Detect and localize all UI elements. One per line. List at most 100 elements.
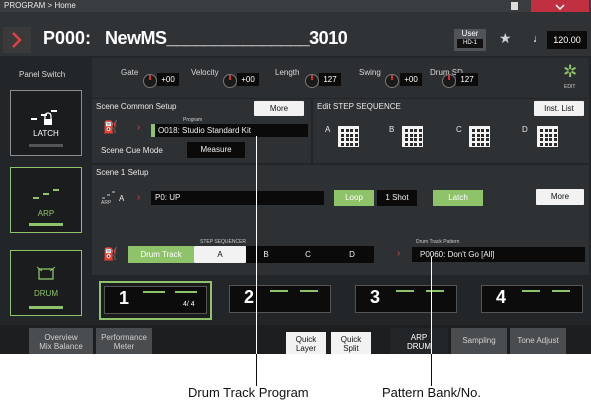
arp-switch[interactable]: ARP <box>10 167 82 233</box>
scene-pad-1[interactable]: 1 4/ 4 <box>99 281 212 320</box>
arp-label: ARP <box>37 209 55 218</box>
favorite-star-icon[interactable]: ★ <box>499 30 512 47</box>
scene1-more-button[interactable]: More <box>536 189 584 205</box>
grid-dot <box>544 133 548 137</box>
drum-sd-value[interactable]: 127 <box>456 73 478 86</box>
grid-dot <box>544 142 548 146</box>
step-slot-c-grid[interactable] <box>469 126 490 147</box>
step-slot-b-grid[interactable] <box>402 126 423 147</box>
grid-dot <box>485 133 489 137</box>
grid-dot <box>409 133 413 137</box>
cue-mode-field[interactable]: Measure <box>187 142 245 158</box>
grid-dot <box>418 129 422 132</box>
swing-value[interactable]: +00 <box>400 73 422 86</box>
program-name[interactable]: NewMS_______________3010 <box>105 28 348 49</box>
page-menu-icon[interactable] <box>511 2 518 10</box>
step-d-button[interactable]: D <box>330 246 374 263</box>
tab-performance-meter[interactable]: Performance Meter <box>96 328 152 354</box>
tab-overview[interactable]: Overview Mix Balance <box>29 328 93 354</box>
grid-dot <box>414 142 417 146</box>
step-slot-a-label: A <box>325 125 331 134</box>
grid-dot <box>540 129 543 132</box>
drum-sd-knob[interactable] <box>442 74 456 88</box>
length-value[interactable]: 127 <box>319 73 341 86</box>
length-knob[interactable] <box>305 74 319 88</box>
program-caption: Program <box>183 117 203 123</box>
grid-dot <box>553 129 557 132</box>
grid-dot <box>345 133 349 137</box>
grid-dot <box>345 129 349 132</box>
step-slot-d-grid[interactable] <box>537 126 558 147</box>
step-sequence-title: Edit STEP SEQUENCE <box>317 102 401 111</box>
latch-switch[interactable]: LATCH <box>10 90 82 156</box>
grid-dot <box>472 138 475 141</box>
grid-dot <box>476 138 480 141</box>
grid-dot <box>409 142 413 146</box>
step-b-button[interactable]: B <box>246 246 286 263</box>
gate-value[interactable]: +00 <box>157 73 179 86</box>
length-label: Length <box>275 68 300 77</box>
tempo-field[interactable]: 120.00 <box>547 31 587 49</box>
arp-mini-icon <box>102 191 115 199</box>
tab-sampling[interactable]: Sampling <box>451 328 507 354</box>
scene-pad-4[interactable]: 4 <box>481 285 583 313</box>
bank-badge[interactable]: User HD-1 <box>454 29 486 51</box>
grid-dot <box>549 138 552 141</box>
step-slot-a-grid[interactable] <box>338 126 359 147</box>
velocity-knob[interactable] <box>223 74 237 88</box>
loop-button[interactable]: Loop <box>334 190 374 206</box>
tab-performance-line2: Meter <box>113 342 135 351</box>
panel-switch-title: Panel Switch <box>19 70 66 79</box>
grid-dot <box>544 138 548 141</box>
gate-knob[interactable] <box>143 74 157 88</box>
grid-dot <box>476 133 480 137</box>
tab-quick-split[interactable]: Quick Split <box>331 332 371 354</box>
program-number[interactable]: P000: <box>43 28 91 49</box>
callout-line-right-tail <box>431 354 432 386</box>
drum-program-field[interactable]: O018: Studio Standard Kit <box>151 124 308 137</box>
grid-dot <box>544 129 548 132</box>
grid-dot <box>481 142 484 146</box>
scene-2-bar-2 <box>300 290 318 292</box>
scene1-title: Scene 1 Setup <box>96 168 149 177</box>
grid-dot <box>405 138 408 141</box>
drum-icon <box>36 266 56 280</box>
scene-pad-1-inner: 1 4/ 4 <box>104 286 207 314</box>
scene-common-more-button[interactable]: More <box>254 101 304 116</box>
grid-dot <box>476 142 480 146</box>
drum-switch[interactable]: DRUM <box>10 250 82 316</box>
grid-dot <box>345 138 349 141</box>
edit-button[interactable]: ✲ EDIT <box>560 62 584 92</box>
callout-line-left <box>256 136 257 386</box>
tab-tone-adjust[interactable]: Tone Adjust <box>510 328 566 354</box>
pattern-chevron-icon: › <box>397 248 401 259</box>
arp-pattern-field[interactable]: P0: UP <box>151 191 324 205</box>
step-slot-c-label: C <box>456 125 462 134</box>
grid-dot <box>540 138 543 141</box>
tab-arp-drum[interactable]: ARP DRUM <box>390 328 448 354</box>
bank-label: User <box>461 29 479 38</box>
program-select-arrow[interactable] <box>3 27 31 53</box>
swing-knob[interactable] <box>385 74 399 88</box>
inst-list-button[interactable]: Inst. List <box>534 101 584 116</box>
step-a-button[interactable]: A <box>194 246 246 263</box>
drum-pattern-field[interactable]: P0060: Don't Go [All] <box>412 247 585 262</box>
velocity-value[interactable]: +00 <box>237 73 259 86</box>
step-c-button[interactable]: C <box>286 246 330 263</box>
latch-button[interactable]: Latch <box>433 190 483 206</box>
grid-dot <box>354 142 358 146</box>
drum-track-button[interactable]: Drum Track <box>128 246 194 263</box>
grid-dot <box>354 138 358 141</box>
arp-pattern-value: P0: UP <box>155 193 181 202</box>
grid-dot <box>350 133 353 137</box>
tab-quick-layer-line2: Layer <box>295 344 316 353</box>
chevron-right-icon <box>12 32 22 48</box>
scene-pad-3[interactable]: 3 <box>355 285 457 313</box>
one-shot-button[interactable]: 1 Shot <box>377 190 417 206</box>
tab-tone-adjust-label: Tone Adjust <box>517 336 559 345</box>
grid-dot <box>553 138 557 141</box>
callout-line-left-tail <box>256 354 257 386</box>
tab-quick-layer[interactable]: Quick Layer <box>286 332 326 354</box>
collapse-button[interactable] <box>531 0 589 12</box>
scene-pad-2[interactable]: 2 <box>229 285 331 313</box>
